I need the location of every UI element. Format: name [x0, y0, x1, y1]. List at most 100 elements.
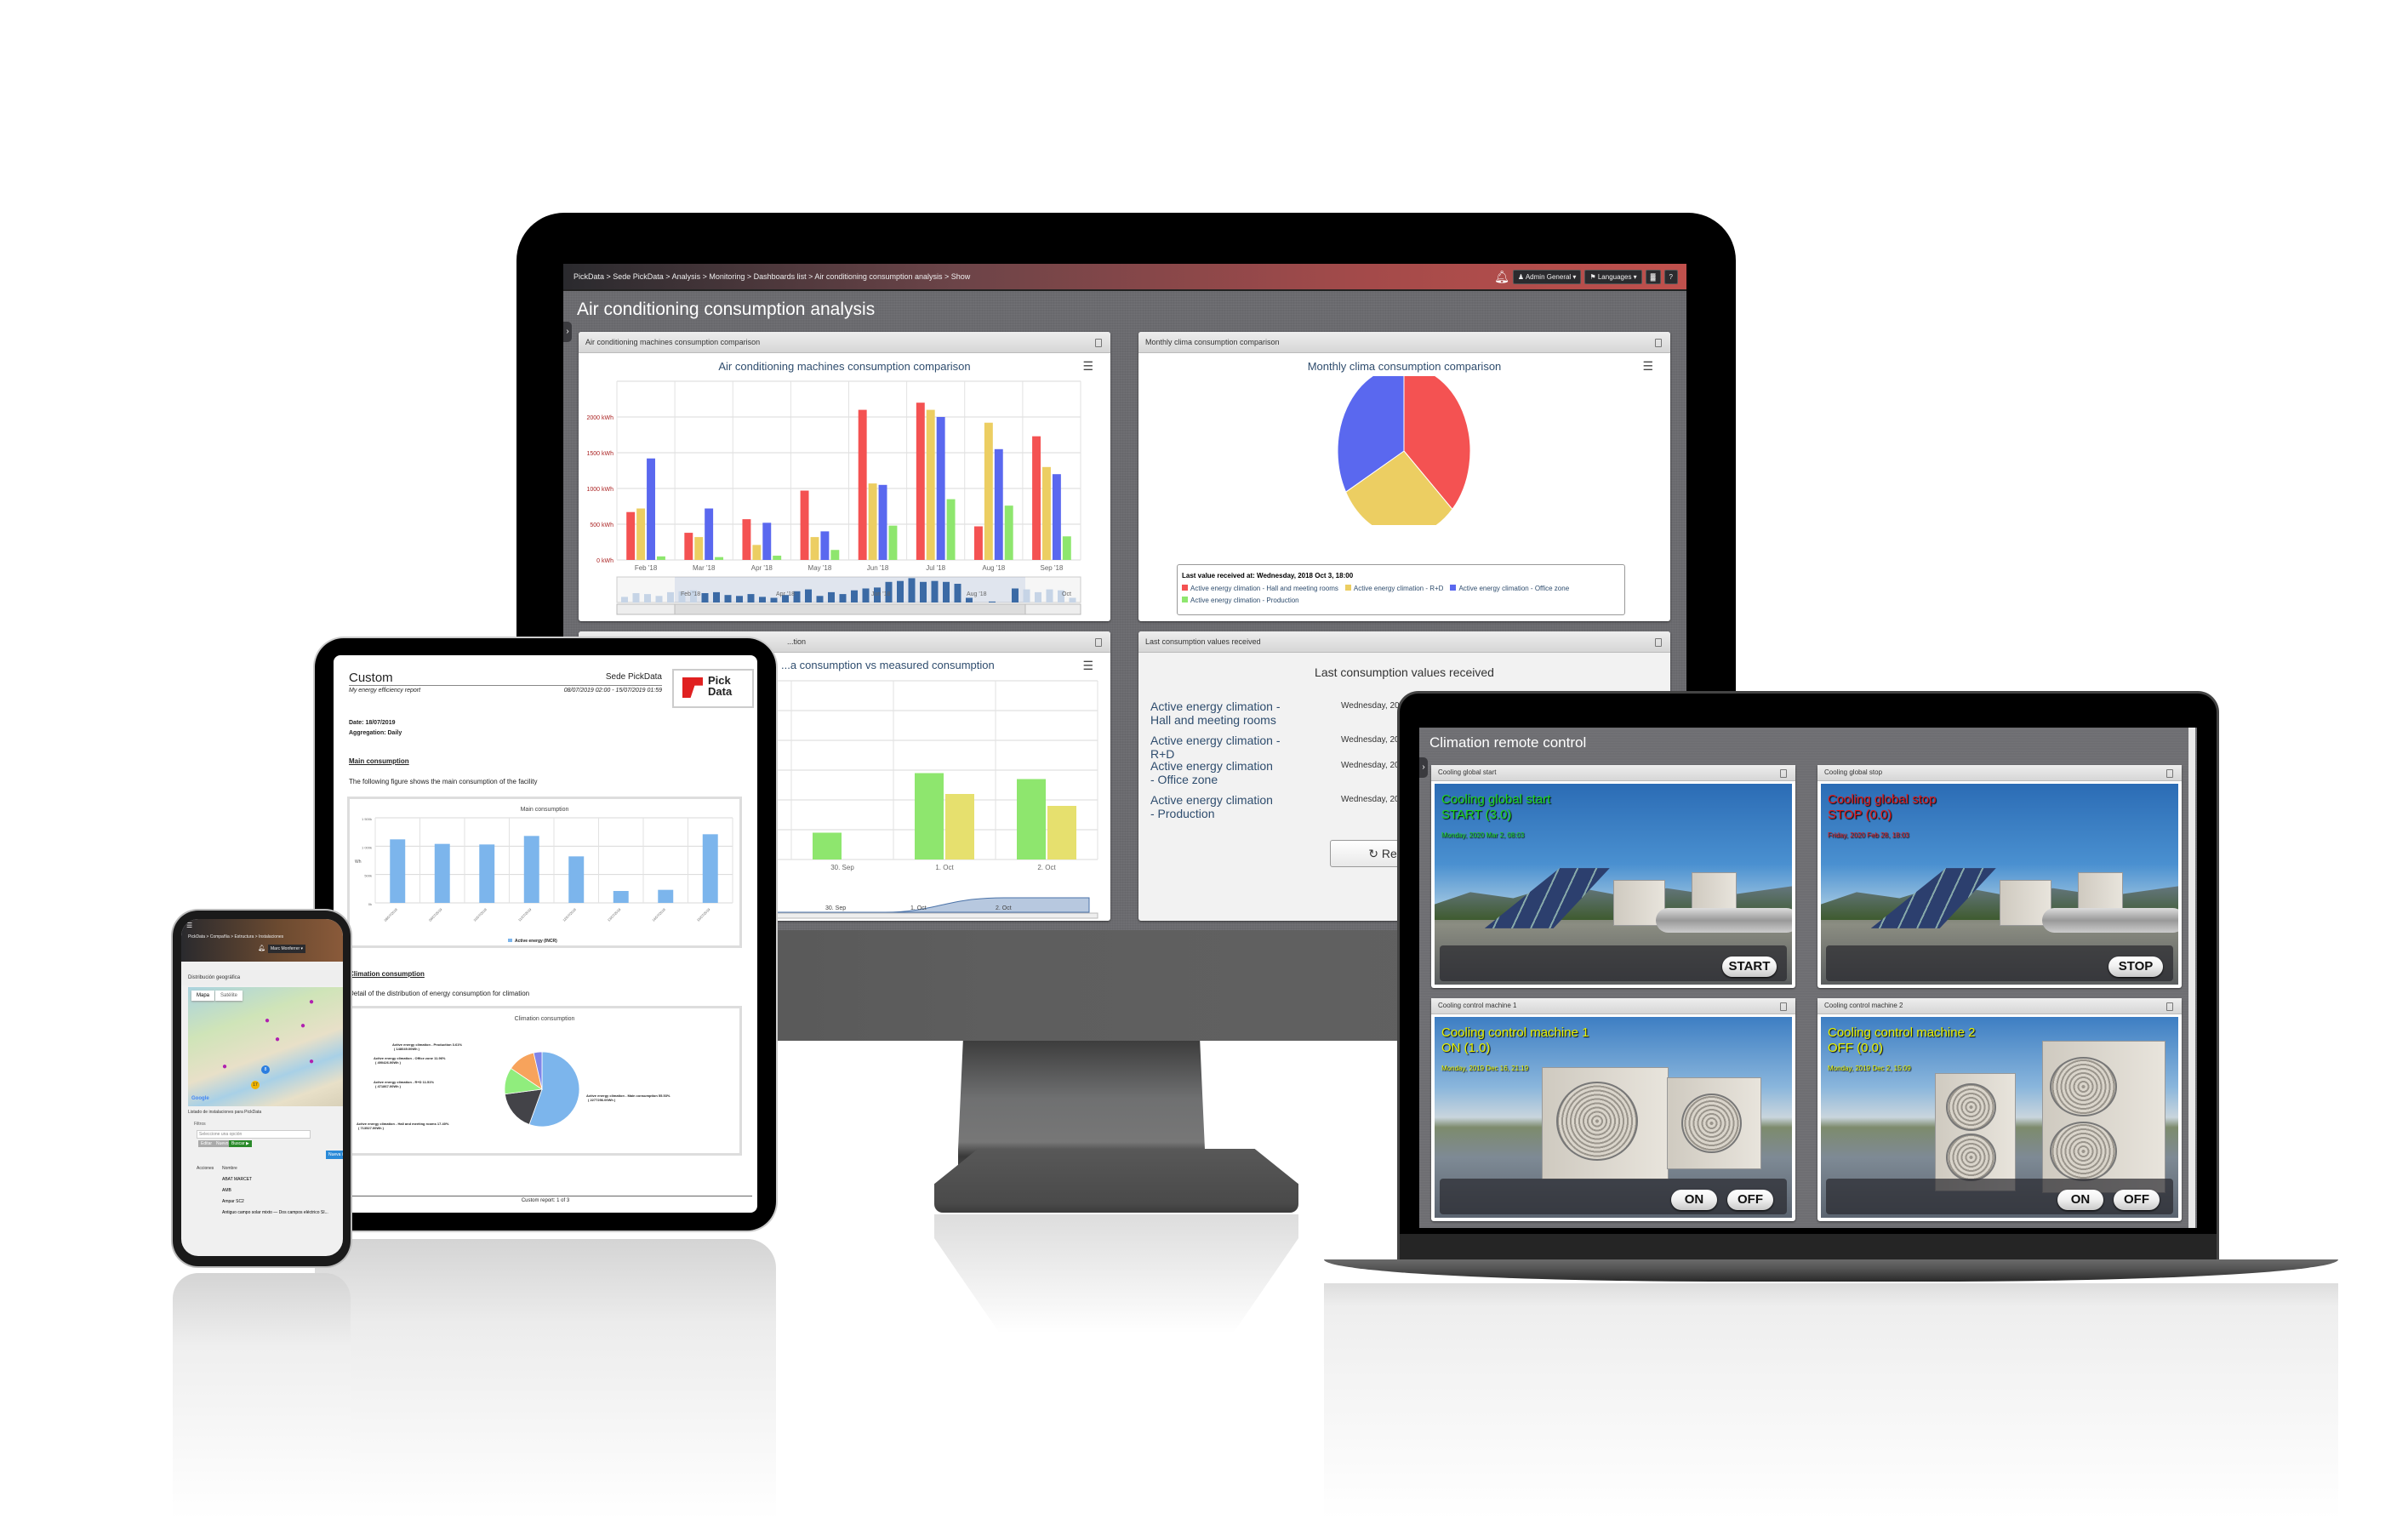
- control-name: Cooling control machine 2: [1828, 1025, 1976, 1040]
- bell-icon[interactable]: 🔔︎: [258, 945, 265, 951]
- chart-menu-hamburger-icon[interactable]: ☰: [1082, 359, 1093, 374]
- table-row[interactable]: AMB: [222, 1188, 231, 1193]
- sidebar-toggle-chevron-icon[interactable]: ›: [1419, 757, 1428, 778]
- start-button[interactable]: START: [1722, 957, 1777, 977]
- bell-icon[interactable]: 🔔︎: [1494, 270, 1509, 284]
- bar: [684, 533, 693, 560]
- panel-header-title: Cooling global start: [1438, 768, 1497, 776]
- maximize-icon[interactable]: [1780, 769, 1787, 778]
- main-consumption-bar-chart: Main consumption 0k 500k 1 000k 1 500k 08/07/…: [355, 807, 733, 944]
- navigator-bar: [920, 581, 927, 602]
- search-button[interactable]: Buscar ▶: [229, 1140, 252, 1147]
- bar: [656, 556, 665, 560]
- legend-item[interactable]: Active energy climation - Hall and meeti…: [1182, 585, 1338, 592]
- stand-reflection: [934, 1214, 1298, 1333]
- navigator-bar: [747, 594, 755, 602]
- section-heading: Climation consumption: [349, 970, 425, 978]
- map-pin-icon[interactable]: ●: [265, 1016, 270, 1025]
- stop-button[interactable]: STOP: [2108, 957, 2163, 977]
- filter-select[interactable]: Seleccione una opción: [197, 1130, 311, 1139]
- legend-item[interactable]: Active energy climation - Office zone: [1450, 585, 1569, 592]
- map-cluster[interactable]: 17: [251, 1081, 260, 1089]
- y-tick-label: 0 kWh: [596, 558, 613, 564]
- user-menu-button[interactable]: Marc Monferrer ▾: [268, 945, 306, 953]
- report-subtitle: My energy efficiency report: [349, 688, 421, 694]
- scrollbar[interactable]: [2188, 728, 2195, 1228]
- breadcrumb[interactable]: PickData > Sede PickData > Analysis > Mo…: [573, 272, 970, 281]
- table-row[interactable]: ABAT MARCET: [222, 1177, 252, 1182]
- x-tick-label: 14/07/2019: [651, 907, 666, 922]
- maximize-icon[interactable]: [2166, 769, 2173, 778]
- last-value-label: Active energy climation - R+D: [1150, 734, 1281, 761]
- chart-menu-hamburger-icon[interactable]: ☰: [1642, 359, 1653, 374]
- legend-item[interactable]: Active energy climation - R+D: [1344, 585, 1443, 592]
- bar: [694, 537, 704, 560]
- breadcrumb[interactable]: PickData > Compañía > Estructura > Insta…: [188, 934, 283, 939]
- map-pin-icon[interactable]: ●: [309, 1057, 314, 1066]
- control-panel-machine-2: Cooling control machine 2 Cooling contro…: [1817, 998, 2182, 1221]
- map-view[interactable]: Mapa Satélite ● ● ● ● ● ● 8 17 Google: [188, 987, 343, 1106]
- on-button[interactable]: ON: [1671, 1190, 1717, 1210]
- map-pin-icon[interactable]: ●: [309, 997, 314, 1007]
- y-tick-label: 1500 kWh: [586, 451, 613, 457]
- edit-button[interactable]: Editar: [198, 1140, 215, 1147]
- map-cluster[interactable]: 8: [261, 1065, 270, 1074]
- report-aggregation: Aggregation: Daily: [349, 730, 402, 736]
- maximize-icon[interactable]: [1655, 339, 1662, 347]
- control-state: OFF (0.0): [1828, 1041, 1884, 1055]
- map-tab-mapa[interactable]: Mapa: [191, 991, 215, 1001]
- map-pin-icon[interactable]: ●: [222, 1062, 227, 1071]
- navigator-bar: [1012, 588, 1019, 602]
- on-button[interactable]: ON: [2057, 1190, 2103, 1210]
- x-tick-label: 12/07/2019: [562, 907, 577, 922]
- legend-swatch: [1182, 585, 1188, 591]
- bar: [715, 557, 724, 560]
- stats-button[interactable]: ▓: [1645, 269, 1661, 284]
- legend-item[interactable]: Active energy climation - Production: [1182, 597, 1299, 604]
- control-date: Monday, 2020 Mar 2, 08:03: [1441, 831, 1525, 839]
- new-installation-button[interactable]: Nueva ins...: [326, 1151, 343, 1159]
- legend-title: Last value received at: Wednesday, 2018 …: [1182, 572, 1354, 580]
- maximize-icon[interactable]: [1095, 638, 1102, 647]
- table-row[interactable]: Antiguo campo solar mixto — Dos campos e…: [222, 1210, 328, 1215]
- menu-hamburger-icon[interactable]: ☰: [186, 922, 192, 929]
- section-text: Detail of the distribution of energy con…: [349, 990, 530, 997]
- panel-header-title: Cooling control machine 2: [1824, 1002, 1903, 1009]
- maximize-icon[interactable]: [1095, 339, 1102, 347]
- map-pin-icon[interactable]: ●: [300, 1021, 305, 1031]
- off-button[interactable]: OFF: [1727, 1190, 1773, 1210]
- map-tab-satellite[interactable]: Satélite: [215, 991, 243, 1001]
- laptop-screen: Climation remote control › Cooling globa…: [1419, 728, 2197, 1228]
- navigator-bar: [667, 591, 674, 602]
- maximize-icon[interactable]: [1655, 638, 1662, 647]
- maximize-icon[interactable]: [1780, 1002, 1787, 1011]
- bar: [702, 834, 718, 903]
- navigator-label: Apr '18: [776, 591, 795, 597]
- x-tick-label: 09/07/2019: [428, 907, 443, 922]
- navigator-bar: [713, 591, 720, 602]
- chart-menu-hamburger-icon[interactable]: ☰: [1082, 659, 1093, 673]
- navigator-label: Feb '18: [681, 591, 700, 597]
- navigator-label: 2. Oct: [996, 905, 1012, 911]
- panel-header-title: Monthly clima consumption comparison: [1145, 338, 1280, 346]
- phone-screen: ☰ PickData > Compañía > Estructura > Ins…: [181, 919, 343, 1256]
- data-label-value: ( 713527.00Wh ): [358, 1126, 385, 1130]
- navigator-bar: [816, 596, 824, 602]
- panel-header-title: Cooling control machine 1: [1438, 1002, 1517, 1009]
- map-pin-icon[interactable]: ●: [275, 1035, 280, 1044]
- data-label-value: ( 2277256.00Wh ): [588, 1098, 616, 1102]
- maximize-icon[interactable]: [2166, 1002, 2173, 1011]
- table-header-name: Nombre: [222, 1166, 237, 1171]
- navigator-label: Oct: [1062, 591, 1071, 597]
- user-menu-button[interactable]: ♟ Admin General ▾: [1512, 269, 1582, 284]
- report-site: Sede PickData: [605, 672, 662, 682]
- languages-menu-button[interactable]: ⚑ Languages ▾: [1584, 269, 1642, 284]
- bar: [813, 832, 842, 859]
- laptop-base: [1324, 1259, 2338, 1282]
- sidebar-toggle-chevron-icon[interactable]: ›: [563, 322, 572, 342]
- help-button[interactable]: ?: [1663, 269, 1678, 284]
- table-row[interactable]: Ampar SC2: [222, 1199, 244, 1204]
- off-button[interactable]: OFF: [2114, 1190, 2160, 1210]
- panel-header-title: Air conditioning machines consumption co…: [585, 338, 761, 346]
- bar: [1042, 466, 1051, 560]
